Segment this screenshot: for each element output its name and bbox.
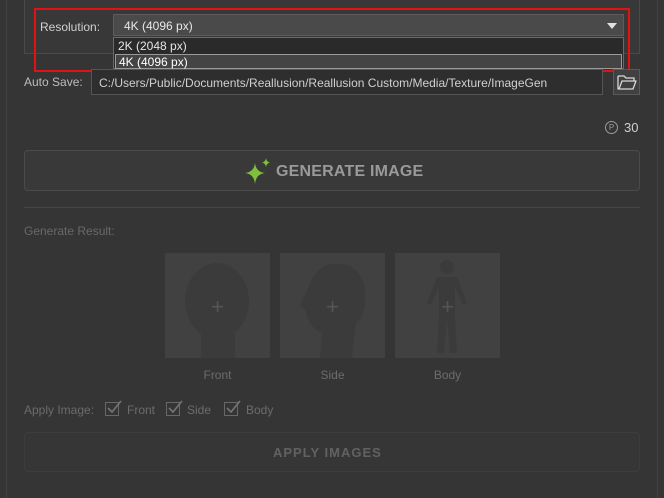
thumbnail-label-side: Side [320,368,345,382]
thumbnail-label-front: Front [203,368,232,382]
apply-body-checkbox[interactable] [224,400,241,416]
checkmark-icon [168,400,183,414]
credit-icon: P [605,121,618,134]
generate-image-button[interactable]: GENERATE IMAGE [24,150,640,191]
thumbnail-body[interactable]: + [395,253,500,358]
thumbnail-label-body: Body [433,368,462,382]
auto-save-label: Auto Save: [24,75,83,89]
folder-open-icon [617,75,637,90]
thumbnail-side[interactable]: + [280,253,385,358]
auto-save-path-field[interactable]: C:/Users/Public/Documents/Reallusion/Rea… [91,69,603,95]
sparkle-icon [245,158,270,184]
apply-images-button[interactable]: APPLY IMAGES [24,432,640,472]
apply-front-checkbox[interactable] [105,400,122,416]
apply-side-label: Side [187,403,212,417]
thumbnail-front[interactable]: + [165,253,270,358]
apply-image-label: Apply Image: [24,403,95,417]
browse-folder-button[interactable] [613,69,640,95]
panel-right-border [657,0,658,498]
section-divider [24,207,640,208]
checkmark-icon [226,400,241,414]
generate-image-label: GENERATE IMAGE [276,163,424,180]
checkmark-icon [107,400,122,414]
credit-count: 30 [624,120,639,135]
panel-left-border [6,0,7,498]
plus-icon: + [441,294,454,319]
plus-icon: + [211,294,224,319]
highlight-box [34,8,630,72]
generate-result-label: Generate Result: [24,224,115,238]
apply-body-label: Body [246,403,274,417]
apply-front-label: Front [127,403,156,417]
apply-side-checkbox[interactable] [166,400,183,416]
apply-images-label: APPLY IMAGES [273,445,382,460]
plus-icon: + [326,294,339,319]
